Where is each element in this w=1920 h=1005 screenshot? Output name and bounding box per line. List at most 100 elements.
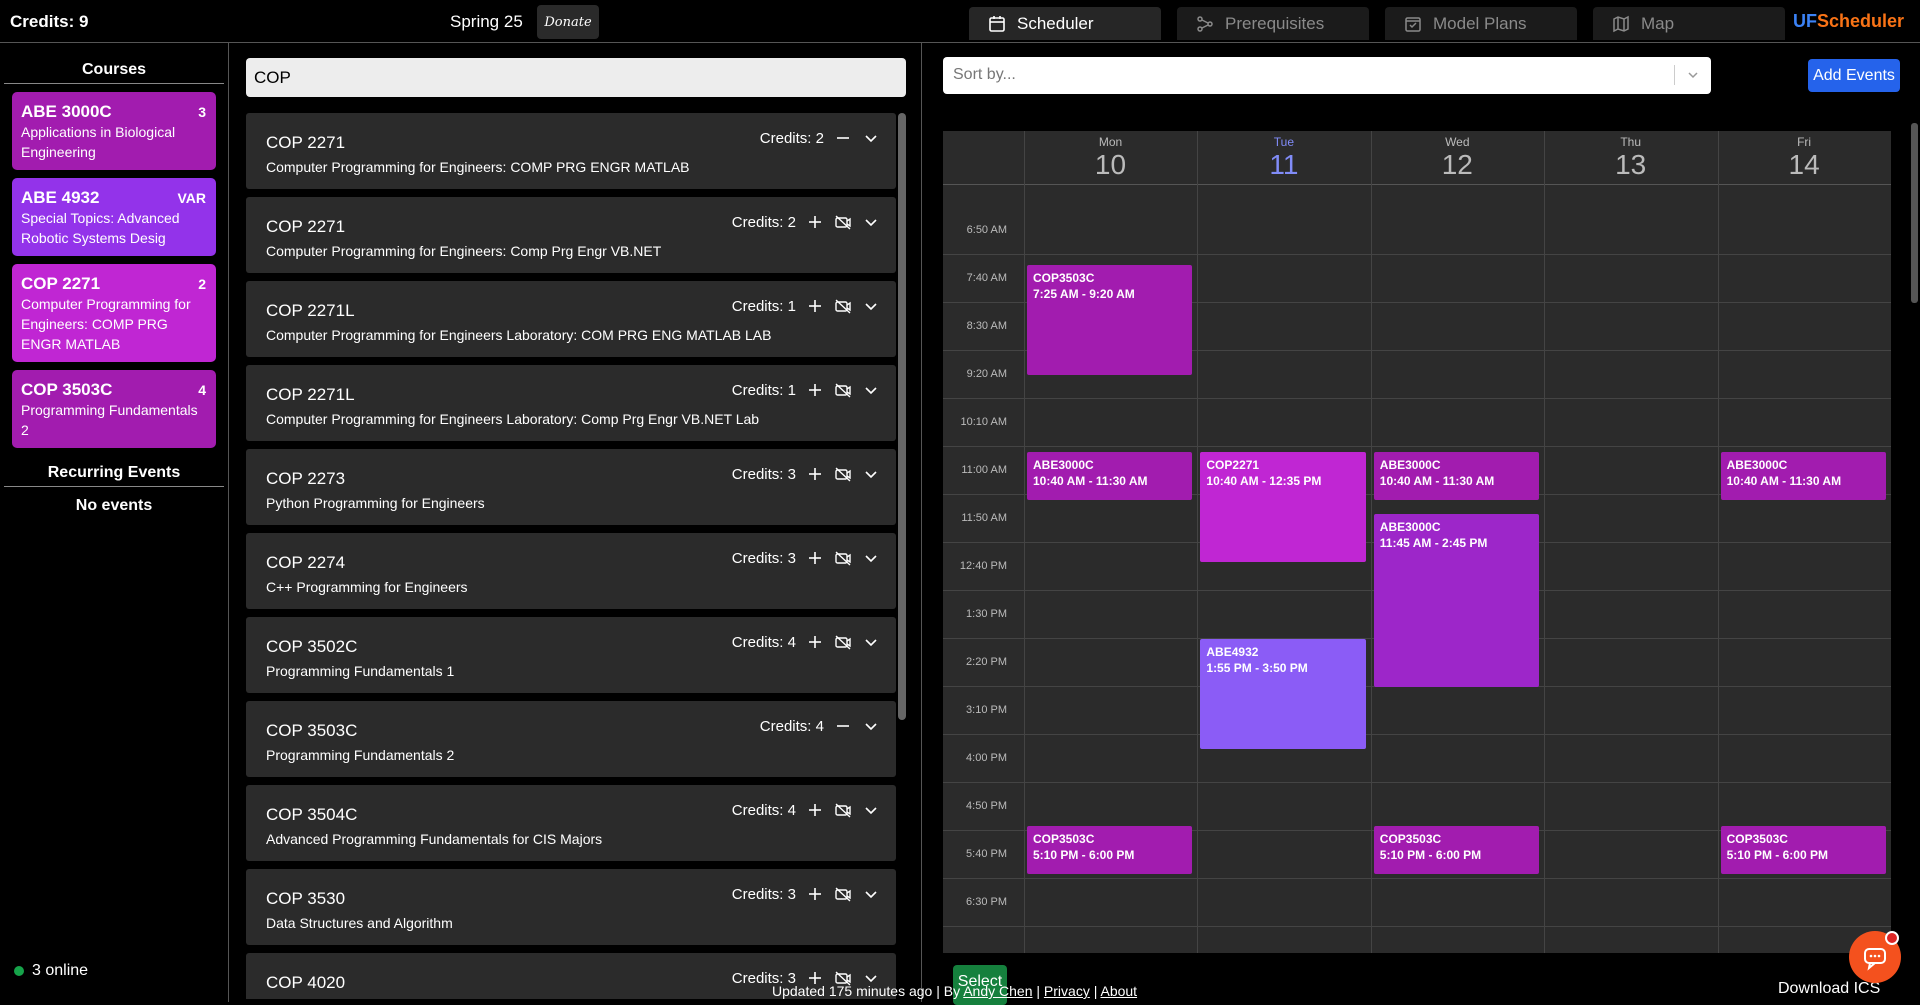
- tab-map[interactable]: Map: [1593, 7, 1785, 40]
- tab-prerequisites[interactable]: Prerequisites: [1177, 7, 1369, 40]
- no-video-icon[interactable]: [834, 465, 852, 483]
- search-result-item[interactable]: COP 2271L Computer Programming for Engine…: [246, 281, 896, 357]
- brand-logo[interactable]: UFScheduler: [1793, 11, 1904, 32]
- search-result-item[interactable]: COP 2273 Python Programming for Engineers…: [246, 449, 896, 525]
- result-credits: Credits: 2: [731, 213, 796, 231]
- result-name: Programming Fundamentals 1: [266, 663, 455, 679]
- search-result-item[interactable]: COP 3530 Data Structures and Algorithm Cre…: [246, 869, 896, 945]
- chevron-down-icon[interactable]: [862, 465, 880, 483]
- course-card[interactable]: ABE 4932 VAR Special Topics: Advanced Robo…: [12, 178, 216, 256]
- chat-button[interactable]: [1849, 931, 1901, 983]
- add-course-icon[interactable]: [806, 633, 824, 651]
- online-status: 3 online: [14, 962, 88, 980]
- calendar-event[interactable]: ABE3000C 11:45 AM - 2:45 PM: [1373, 514, 1540, 687]
- time-gridline: [943, 926, 1891, 927]
- calendar-event[interactable]: ABE3000C 10:40 AM - 11:30 AM: [1720, 451, 1886, 500]
- tab-scheduler[interactable]: Scheduler: [969, 7, 1161, 40]
- no-video-icon[interactable]: [834, 549, 852, 567]
- chevron-down-icon[interactable]: [862, 801, 880, 819]
- time-label: 1:30 PM: [966, 608, 1007, 620]
- no-video-icon[interactable]: [834, 801, 852, 819]
- calendar-event[interactable]: ABE3000C 10:40 AM - 11:30 AM: [1373, 451, 1540, 500]
- result-credits: Credits: 3: [731, 885, 796, 903]
- add-course-icon[interactable]: [806, 465, 824, 483]
- chevron-down-icon[interactable]: [862, 381, 880, 399]
- day-header-tue: Tue 11: [1269, 135, 1299, 180]
- calendar-event[interactable]: COP2271 10:40 AM - 12:35 PM: [1200, 451, 1366, 563]
- week-calendar[interactable]: Mon 10 Tue 11 Wed 12 Thu 13 Fri 14 6:50 AM 7:40 AM…: [943, 131, 1891, 953]
- course-credits: VAR: [177, 190, 206, 206]
- course-code: ABE 4932: [21, 188, 100, 207]
- chevron-down-icon[interactable]: [862, 297, 880, 315]
- search-results-list[interactable]: COP 2271 Computer Programming for Enginee…: [246, 113, 896, 999]
- course-card[interactable]: ABE 3000C 3 Applications in Biological Eng…: [12, 92, 216, 170]
- author-link[interactable]: Andy Chen: [963, 983, 1032, 999]
- chevron-down-icon[interactable]: [862, 885, 880, 903]
- no-video-icon[interactable]: [834, 381, 852, 399]
- calendar-icon: [989, 15, 1005, 32]
- calendar-event[interactable]: ABE3000C 10:40 AM - 11:30 AM: [1027, 451, 1193, 500]
- sort-by-select[interactable]: Sort by...: [943, 57, 1711, 94]
- add-events-button[interactable]: Add Events: [1808, 59, 1900, 92]
- chat-icon: [1864, 948, 1886, 971]
- no-video-icon[interactable]: [834, 297, 852, 315]
- page-scrollbar[interactable]: [1911, 123, 1918, 303]
- time-label: 11:00 AM: [961, 464, 1007, 476]
- add-course-icon[interactable]: [806, 213, 824, 231]
- add-course-icon[interactable]: [806, 381, 824, 399]
- chevron-down-icon[interactable]: [862, 717, 880, 735]
- no-video-icon[interactable]: [834, 633, 852, 651]
- result-name: Advanced Programming Fundamentals for CI…: [266, 831, 603, 847]
- calendar-event[interactable]: ABE4932 1:55 PM - 3:50 PM: [1200, 639, 1366, 750]
- search-result-item[interactable]: COP 3504C Advanced Programming Fundamenta…: [246, 785, 896, 861]
- chevron-down-icon: [1688, 72, 1698, 79]
- results-scrollbar[interactable]: [898, 113, 906, 720]
- calendar-event[interactable]: COP3503C 5:10 PM - 6:00 PM: [1027, 826, 1193, 875]
- search-result-item[interactable]: COP 2271 Computer Programming for Enginee…: [246, 113, 896, 189]
- course-name: Applications in Biological Engineering: [21, 124, 176, 160]
- remove-course-icon[interactable]: [834, 129, 852, 147]
- courses-title: Courses: [4, 43, 224, 84]
- add-course-icon[interactable]: [806, 297, 824, 315]
- chevron-down-icon[interactable]: [862, 633, 880, 651]
- total-credits: Credits: 9: [10, 12, 89, 31]
- add-course-icon[interactable]: [806, 885, 824, 903]
- time-gridline: [943, 398, 1891, 399]
- tab-model-plans[interactable]: Model Plans: [1385, 7, 1577, 40]
- calendar-event[interactable]: COP3503C 5:10 PM - 6:00 PM: [1720, 826, 1886, 875]
- course-card[interactable]: COP 3503C 4 Programming Fundamentals 2: [12, 370, 216, 448]
- search-result-item[interactable]: COP 2274 C++ Programming for Engineers Cre…: [246, 533, 896, 609]
- time-gridline: [943, 734, 1891, 735]
- time-label: 4:00 PM: [966, 752, 1007, 764]
- no-video-icon[interactable]: [834, 213, 852, 231]
- donate-button[interactable]: Donate: [537, 5, 599, 39]
- result-name: Computer Programming for Engineers: COMP…: [266, 159, 690, 175]
- download-ics-link[interactable]: Download ICS: [1778, 980, 1880, 998]
- course-search-panel: COP 2271Computer Programming for Enginee…: [230, 43, 922, 1002]
- search-result-item[interactable]: COP 2271L Computer Programming for Engine…: [246, 365, 896, 441]
- result-credits: Credits: 1: [731, 297, 796, 315]
- chevron-down-icon[interactable]: [862, 129, 880, 147]
- search-result-item[interactable]: COP 2271 Computer Programming for Enginee…: [246, 197, 896, 273]
- result-name: Computer Programming for Engineers Labor…: [266, 327, 772, 343]
- time-label: 9:20 AM: [966, 368, 1007, 380]
- graph-icon: [1197, 15, 1213, 32]
- chevron-down-icon[interactable]: [862, 213, 880, 231]
- calendar-event[interactable]: COP3503C 7:25 AM - 9:20 AM: [1027, 264, 1193, 375]
- search-result-item[interactable]: COP 3503C Programming Fundamentals 2 Credi…: [246, 701, 896, 777]
- search-result-item[interactable]: COP 3502C Programming Fundamentals 1 Credi…: [246, 617, 896, 693]
- calendar-event[interactable]: COP3503C 5:10 PM - 6:00 PM: [1373, 826, 1540, 875]
- add-course-icon[interactable]: [806, 801, 824, 819]
- course-card[interactable]: COP 2271 2 Computer Programming for Engine…: [12, 264, 216, 362]
- add-course-icon[interactable]: [806, 549, 824, 567]
- course-credits: 3: [198, 104, 206, 120]
- about-link[interactable]: About: [1100, 983, 1137, 999]
- remove-course-icon[interactable]: [834, 717, 852, 735]
- course-search-input[interactable]: [246, 58, 906, 97]
- chevron-down-icon[interactable]: [862, 549, 880, 567]
- term-selector[interactable]: Spring 25: [450, 12, 523, 32]
- privacy-link[interactable]: Privacy: [1044, 983, 1090, 999]
- scheduler-panel: Sort by... Add Events Mon 10 Tue 11 Wed 12 Thu…: [923, 43, 1920, 1005]
- calendar-header: Mon 10 Tue 11 Wed 12 Thu 13 Fri 14: [943, 131, 1891, 185]
- no-video-icon[interactable]: [834, 885, 852, 903]
